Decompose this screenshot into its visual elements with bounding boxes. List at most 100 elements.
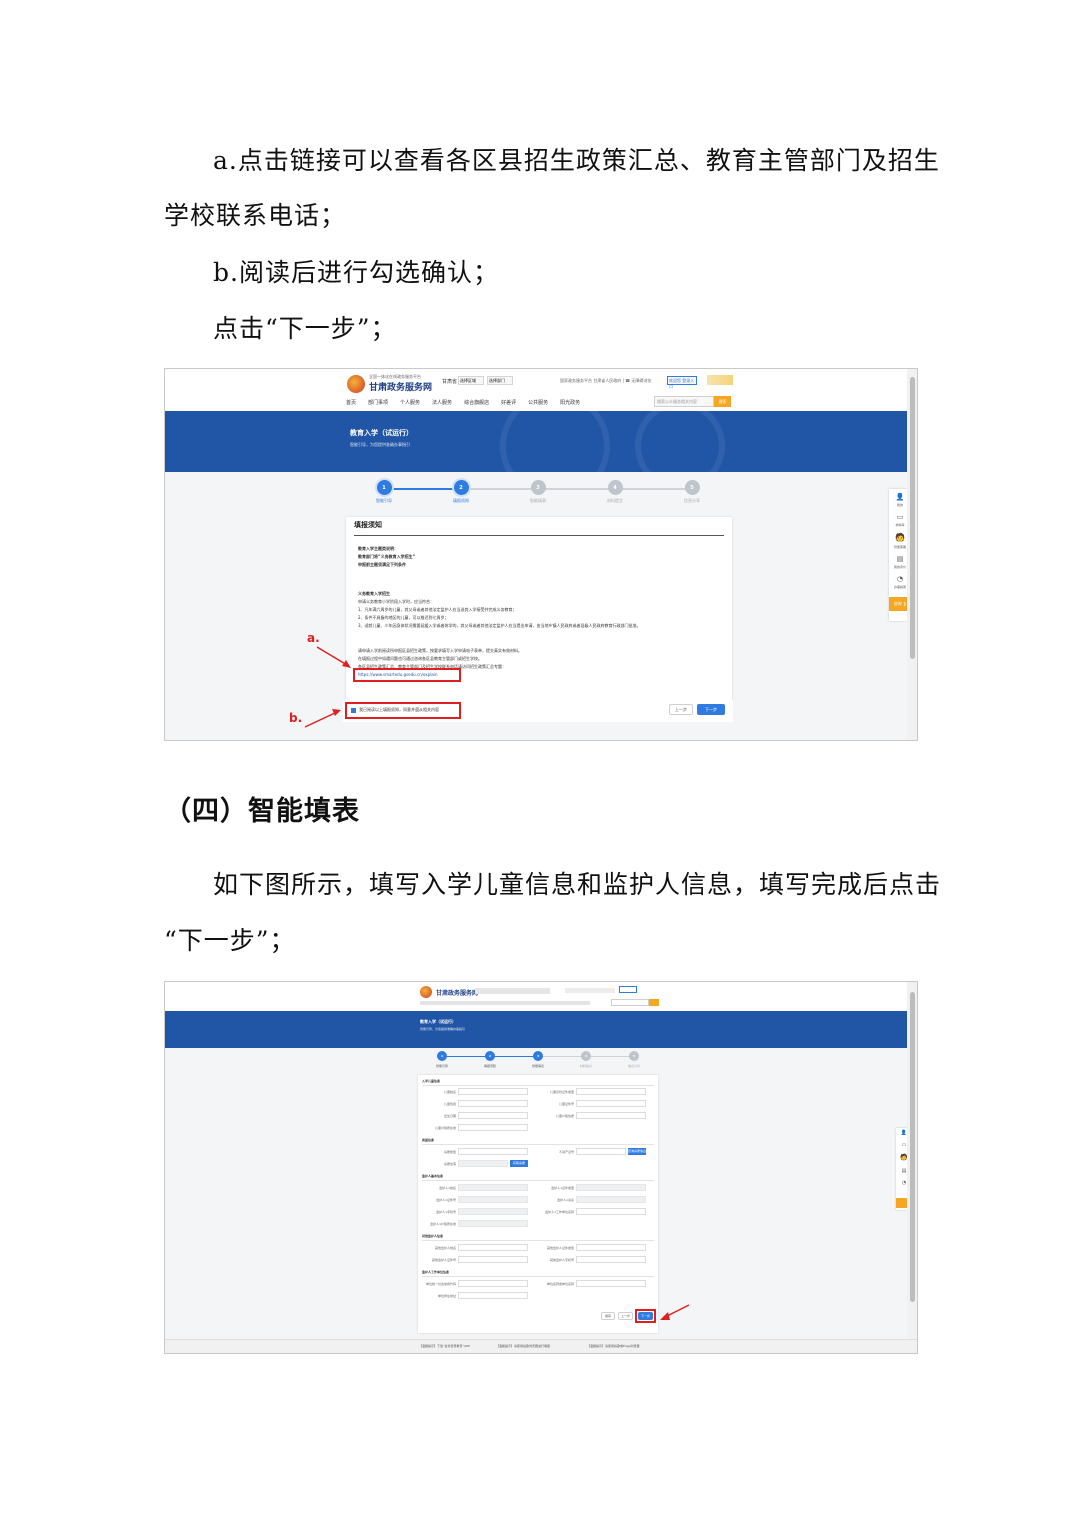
search-input[interactable]: 搜索公众服务相关内容 [654, 396, 714, 407]
header-links-bar [565, 988, 615, 993]
property-no-input[interactable] [576, 1148, 626, 1155]
dept-select-value: 选择部门 [489, 378, 505, 383]
banner-subtitle-2: 智能引导，为您提供准确办事指引 [420, 1027, 466, 1031]
section-divider-2 [422, 1144, 654, 1145]
screenshot-notice: 全国一体化在线政务服务平台 甘肃政务服务网 甘肃省 选择区域 选择部门 国家政务… [164, 368, 918, 741]
header-login-pill[interactable] [619, 986, 637, 993]
header-placeholder-bar [475, 988, 550, 994]
paragraph-fill-line2: “下一步”； [164, 926, 296, 955]
guardian-idno-input[interactable] [458, 1196, 528, 1203]
other-guardian-name-input[interactable] [458, 1244, 528, 1251]
login-button[interactable]: 欢迎您 登录入口 [667, 376, 697, 389]
nav-item-dept[interactable]: 部门事项 [368, 399, 388, 406]
field-label: 监护人1证件类型 [551, 1186, 574, 1190]
section-divider-5 [422, 1276, 654, 1277]
site-logo-2[interactable]: 甘肃政务服务网 [420, 986, 478, 998]
child-idtype-input[interactable] [576, 1088, 646, 1095]
nav-item-home[interactable]: 首页 [346, 399, 356, 406]
save-button[interactable]: 保存 [601, 1312, 615, 1320]
search-input-2[interactable] [611, 999, 649, 1006]
section-guardian-info: 监护人基本信息 [422, 1174, 444, 1178]
step-4: 4 材料提交 [600, 480, 630, 504]
form-step-3: 3 智能填表 [527, 1051, 549, 1068]
step-3: 3 智能填表 [523, 480, 553, 504]
notice-line-2: 1、凡年满六周岁的儿童，其父母或者其他法定监护人应当送其入学接受并完成义务教育； [358, 607, 517, 612]
step-2-label: 填报须知 [453, 498, 469, 503]
section-divider-1 [422, 1085, 654, 1086]
get-house-button[interactable]: 获取房屋 [510, 1160, 528, 1167]
child-hukou-input[interactable] [458, 1124, 528, 1131]
paragraph-fill-line1: 如下图所示，填写入学儿童信息和监护人信息，填写完成后点击 [213, 870, 942, 899]
nav-item-public[interactable]: 公共服务 [528, 399, 548, 406]
house-type-input[interactable] [458, 1148, 528, 1155]
scrollbar-thumb[interactable] [910, 377, 915, 659]
form-step-2: 2 填报须知 [479, 1051, 501, 1068]
step-3-number: 3 [530, 480, 546, 495]
field-label: 监护人1户籍所在地 [430, 1222, 456, 1226]
notice-head-3: 申报前主题须满足下列条件 [358, 562, 406, 567]
nav-item-sunshine[interactable]: 阳光政务 [560, 399, 580, 406]
other-guardian-idno-input[interactable] [458, 1256, 528, 1263]
form-step-5: 5 信息分享 [623, 1051, 645, 1068]
notice-card: 填报须知 教育入学主题类说明： 教育部门将“义务教育入学招生” 申报前主题须满足… [346, 517, 732, 702]
scrollbar-thumb-2[interactable] [910, 992, 915, 1302]
banner-subtitle: 智能引导，为您提供准确办事指引 [350, 442, 410, 447]
form-step-2-number: 2 [485, 1051, 495, 1061]
child-hukou-type-input[interactable] [576, 1112, 646, 1119]
download-item-2[interactable]: 【温馨提示】请使用谷歌浏览器进行填报 [496, 1344, 550, 1348]
search-button[interactable]: 搜索 [714, 396, 731, 407]
unit-address-input[interactable] [458, 1292, 528, 1299]
child-birth-input[interactable] [458, 1112, 528, 1119]
link-highlight-box [353, 668, 461, 682]
site-logo[interactable]: 全国一体化在线政务服务平台 甘肃政务服务网 [347, 374, 432, 393]
step-4-label: 材料提交 [607, 498, 623, 503]
query-house-button[interactable]: 查询房屋信息 [628, 1148, 646, 1155]
form-step-1-number: 1 [437, 1051, 447, 1061]
guardian-hukou-input[interactable] [458, 1220, 528, 1227]
other-guardian-phone-input[interactable] [576, 1256, 646, 1263]
notice-card-title: 填报须知 [354, 521, 382, 529]
guardian-name-input[interactable] [458, 1184, 528, 1191]
step-5-label: 信息分享 [684, 498, 700, 503]
field-label: 不动产证号 [558, 1150, 574, 1154]
banner-title: 教育入学（试运行） [350, 429, 413, 437]
region-select[interactable]: 选择区域 [458, 376, 484, 385]
nav-item-flagship[interactable]: 综合旗舰店 [464, 399, 489, 406]
next-button[interactable]: 下一步 [697, 704, 725, 715]
field-label: 其他监护人姓名 [434, 1246, 456, 1250]
form-step-3-label: 智能填表 [531, 1064, 544, 1068]
house-address-input[interactable] [458, 1160, 508, 1167]
guardian-relation-input[interactable] [576, 1196, 646, 1203]
nav-item-legal[interactable]: 法人服务 [432, 399, 452, 406]
guardian-idtype-input[interactable] [576, 1184, 646, 1191]
logo-emblem-icon [347, 374, 365, 393]
unit-code-input[interactable] [458, 1280, 528, 1287]
nav-item-review[interactable]: 好差评 [501, 399, 516, 406]
download-item-1[interactable]: 【温馨提示】下载“甘肃智慧教育”APP [419, 1344, 470, 1348]
guardian-phone-input[interactable] [458, 1208, 528, 1215]
field-label: 监护人1手机号 [436, 1210, 456, 1214]
child-idno-input[interactable] [576, 1100, 646, 1107]
field-label: 其他监护人证件类型 [546, 1246, 574, 1250]
step-1-label: 智能引导 [376, 498, 392, 503]
search-button-2[interactable] [649, 999, 659, 1006]
field-label: 单位名称或单位名称 [546, 1282, 574, 1286]
scrollbar[interactable] [907, 369, 917, 740]
other-guardian-idtype-input[interactable] [576, 1244, 646, 1251]
top-links[interactable]: 国家政务服务平台 甘肃省人民政府 | ☎ 无障碍浏览 [560, 378, 651, 384]
next-button-label: 下一步 [705, 707, 717, 712]
unit-name-input[interactable] [576, 1280, 646, 1287]
dept-select[interactable]: 选择部门 [487, 376, 513, 385]
section-divider-3 [422, 1180, 654, 1181]
prev-button[interactable]: 上一步 [669, 704, 693, 715]
child-name-input[interactable] [458, 1088, 528, 1095]
download-item-3[interactable]: 【温馨提示】请使用谷歌或Edge浏览器 [587, 1344, 640, 1348]
prev-button-2[interactable]: 上一步 [618, 1312, 633, 1320]
scrollbar-2[interactable] [907, 982, 917, 1339]
notice-line-1: 申请义务教育小学阶段入学时，应当符合： [358, 599, 434, 604]
nav-item-personal[interactable]: 个人服务 [400, 399, 420, 406]
field-label: 儿童身份证件类型 [549, 1090, 574, 1094]
child-gender-input[interactable] [458, 1100, 528, 1107]
next-arrow-annotation [660, 1304, 690, 1320]
guardian-work-input[interactable] [576, 1208, 646, 1215]
